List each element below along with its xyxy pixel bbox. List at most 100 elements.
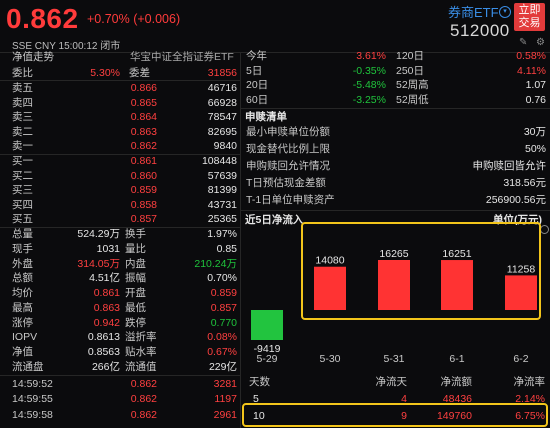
trade-now-button[interactable]: 立即 交易 xyxy=(514,3,545,31)
stat-value: 0.85 xyxy=(216,242,237,255)
bid-row[interactable]: 买五 0.857 25365 xyxy=(12,212,237,227)
bid-label: 买五 xyxy=(12,213,33,226)
period-label: 250日 xyxy=(396,64,425,77)
chart-bar xyxy=(251,310,283,340)
stat-value: 0.70% xyxy=(207,272,237,285)
subscription-value: 30万 xyxy=(523,126,546,138)
stat-value: 0.08% xyxy=(207,331,237,344)
inflow-table-heading: 天数 xyxy=(249,376,270,388)
ask-row[interactable]: 卖五 0.866 46716 xyxy=(12,81,237,96)
stat-label: 跌停 xyxy=(125,316,146,329)
stat-value: 0.857 xyxy=(210,301,237,314)
stat-label: 最低 xyxy=(125,301,146,314)
stat-value: 0.859 xyxy=(210,287,237,299)
bid-label: 买一 xyxy=(12,155,33,167)
stat-value: 210.24万 xyxy=(194,257,237,270)
subscription-label: 申购赎回允许情况 xyxy=(246,160,330,172)
stat-value: 524.29万 xyxy=(77,228,120,240)
subscription-value: 318.56元 xyxy=(503,177,546,189)
net-inflow-chart: -94195-29140805-30162655-31162516-111258… xyxy=(251,248,537,365)
bid-row[interactable]: 买二 0.860 57639 xyxy=(12,169,237,184)
settings-icon[interactable]: ⚙ xyxy=(536,38,546,48)
period-label: 20日 xyxy=(246,79,269,92)
stat-value: 0.8613 xyxy=(87,331,120,344)
period-label: 52周低 xyxy=(396,93,429,106)
bid-label: 买三 xyxy=(12,184,33,197)
stat-value: 229亿 xyxy=(208,360,237,373)
stat-value: 4.51亿 xyxy=(89,272,120,285)
chart-category-label: 6-2 xyxy=(513,353,528,365)
status-label: 闭市 xyxy=(100,41,121,52)
stat-row: 流通盘 266亿 流通值 229亿 xyxy=(12,360,237,375)
subscription-row: 现金替代比例上限 50% xyxy=(246,142,546,157)
inflow-table-heading: 净流天 xyxy=(375,376,408,388)
nav-chart-label[interactable]: 净值走势 xyxy=(12,50,54,65)
dropdown-icon[interactable]: ▾ xyxy=(499,6,511,18)
order-ratio-value: 5.30% xyxy=(90,67,120,79)
period-label: 52周高 xyxy=(396,79,429,92)
stat-label: 均价 xyxy=(12,287,33,299)
stat-row: 净值 0.8563 贴水率 0.67% xyxy=(12,345,237,360)
stat-label: 量比 xyxy=(125,242,146,255)
subscription-value: 50% xyxy=(524,143,546,155)
stat-label: 总额 xyxy=(12,272,33,285)
ask-row[interactable]: 卖二 0.863 82695 xyxy=(12,125,237,140)
ask-label: 卖五 xyxy=(12,82,33,94)
edit-icon[interactable]: ✎ xyxy=(519,38,529,48)
stat-value: 314.05万 xyxy=(77,257,120,270)
subscription-row: 最小申赎单位份额 30万 xyxy=(246,125,546,140)
time-label: 15:00:12 xyxy=(58,41,98,52)
period-value: 3.61% xyxy=(356,50,386,62)
stat-label: 外盘 xyxy=(12,257,33,270)
bid-row[interactable]: 买一 0.861 108448 xyxy=(12,154,237,169)
order-diff-label: 委差 xyxy=(129,67,150,79)
stat-label: 流通值 xyxy=(125,360,157,373)
bid-price: 0.859 xyxy=(130,184,157,197)
subscription-value: 256900.56元 xyxy=(485,194,546,206)
inflow-table-heading: 净流额 xyxy=(440,376,473,388)
ask-volume: 66928 xyxy=(207,96,237,109)
chart-data-label: 14080 xyxy=(315,255,344,267)
inflow-title: 近5日净流入 xyxy=(245,214,304,226)
stat-label: 最高 xyxy=(12,301,33,314)
chart-bar xyxy=(441,260,473,310)
stat-row: 总量 524.29万 换手 1.97% xyxy=(12,227,237,242)
bid-row[interactable]: 买四 0.858 43731 xyxy=(12,198,237,213)
ask-volume: 46716 xyxy=(207,82,237,94)
bid-price: 0.861 xyxy=(130,155,157,167)
period-value: 4.11% xyxy=(517,64,546,77)
stat-label: 流通盘 xyxy=(12,360,44,373)
bid-price: 0.860 xyxy=(130,169,157,182)
bid-volume: 43731 xyxy=(207,198,237,211)
stat-label: IOPV xyxy=(12,331,38,344)
bid-volume: 25365 xyxy=(207,213,237,226)
ask-row[interactable]: 卖四 0.865 66928 xyxy=(12,96,237,111)
stat-label: 现手 xyxy=(12,242,33,255)
chart-data-label: 16265 xyxy=(379,248,408,260)
table-highlight-box xyxy=(242,403,548,427)
subscription-row: 申购赎回允许情况 申购赎回皆允许 xyxy=(246,159,546,174)
period-row: 今年 3.61% 120日 0.58% xyxy=(246,49,546,64)
chart-category-label: 6-1 xyxy=(449,353,464,365)
chart-bar xyxy=(314,266,346,310)
ask-price: 0.863 xyxy=(130,125,157,138)
stat-label: 内盘 xyxy=(125,257,146,270)
subscription-label: 最小申赎单位份额 xyxy=(246,126,330,138)
stat-row: 现手 1031 量比 0.85 xyxy=(12,242,237,257)
stat-value: 0.8563 xyxy=(87,346,120,358)
ask-label: 卖三 xyxy=(12,111,33,124)
ask-row[interactable]: 卖一 0.862 9840 xyxy=(12,139,237,154)
bid-label: 买四 xyxy=(12,198,33,211)
ask-price: 0.864 xyxy=(130,111,157,124)
bid-row[interactable]: 买三 0.859 81399 xyxy=(12,183,237,198)
stat-value: 0.770 xyxy=(210,316,237,329)
last-price: 0.862 xyxy=(6,3,79,34)
etf-name[interactable]: 券商ETF xyxy=(448,2,499,21)
period-label: 120日 xyxy=(396,50,425,62)
bid-volume: 108448 xyxy=(201,155,237,167)
inflow-table-heading: 净流率 xyxy=(513,376,546,388)
stat-label: 贴水率 xyxy=(125,346,157,358)
ask-row[interactable]: 卖三 0.864 78547 xyxy=(12,110,237,125)
period-value: 0.58% xyxy=(516,50,546,62)
stat-value: 0.67% xyxy=(207,346,237,358)
